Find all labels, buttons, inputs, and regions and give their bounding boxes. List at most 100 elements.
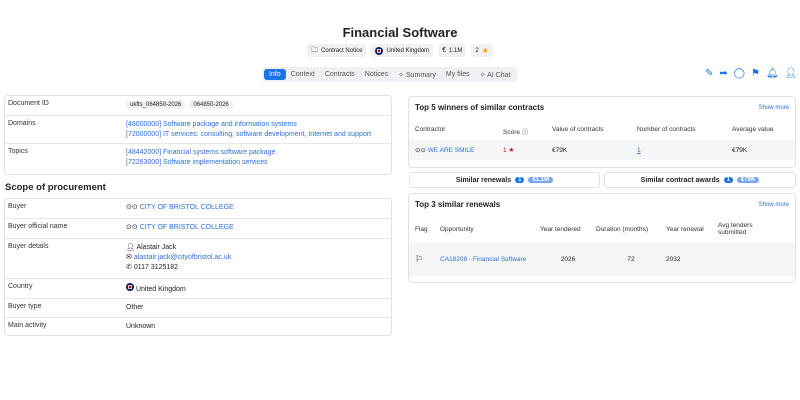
renewals-header: Top 3 similar renewals Show more — [409, 194, 795, 215]
renewals-show-more-link[interactable]: Show more — [759, 202, 789, 208]
buyer-official-link[interactable]: CITY OF BRISTOL COLLEGE — [140, 224, 234, 231]
similar-awards-button[interactable]: Similar contract awards 1 €79K — [604, 172, 796, 188]
uk-flag-icon — [126, 283, 134, 291]
notice-type-label: Contract Notice — [321, 47, 363, 54]
share-icon[interactable]: ➦ — [719, 68, 727, 79]
document-id-label: Document ID — [8, 100, 49, 107]
star-icon: ★ — [481, 46, 489, 55]
average-value: €79K — [732, 146, 748, 154]
value-label: 1.1M — [449, 47, 463, 54]
buyer-link[interactable]: CITY OF BRISTOL COLLEGE — [140, 204, 234, 211]
contractor-link[interactable]: WE ARE SMILE — [428, 147, 475, 154]
edit-icon[interactable]: ✎ — [705, 68, 713, 79]
similar-renewals-count: 1 — [515, 177, 525, 183]
topics-row: Topics [48442000] Financial systems soft… — [5, 144, 391, 174]
document-id-row: Document ID ukfts_064850-2026 064850-2026 — [5, 96, 391, 116]
rating-label: 2 — [475, 47, 479, 54]
column-header: Contractor — [415, 126, 446, 133]
domains-row: Domains [48000000] Software package and … — [5, 116, 391, 144]
main-activity-label: Main activity — [8, 322, 47, 329]
tab-ai-chat-label: AI Chat — [487, 71, 511, 79]
document-id-pill: 064850-2026 — [189, 101, 233, 109]
year-tendered: 2026 — [560, 256, 576, 263]
winners-card: Top 5 winners of similar contracts Show … — [408, 96, 796, 168]
flag-icon[interactable]: ⚑ — [751, 68, 760, 79]
person-icon: 👤︎ — [126, 244, 135, 251]
flag-icon[interactable]: ⚐ — [415, 254, 440, 265]
winners-header: Top 5 winners of similar contracts Show … — [409, 97, 795, 118]
uk-flag-icon — [375, 46, 384, 55]
tab-contracts[interactable]: Contracts — [320, 69, 360, 80]
renewals-heading: Top 3 similar renewals — [415, 200, 501, 209]
value-chip: €1.1M — [438, 44, 467, 57]
column-header: Average value — [732, 126, 774, 133]
score-value: 1 — [503, 147, 507, 154]
similar-awards-count: 1 — [723, 177, 733, 183]
column-header: Opportunity — [440, 225, 474, 233]
contract-count-link[interactable]: 1 — [637, 147, 641, 154]
buyer-type-row: Buyer type Other — [5, 299, 391, 318]
main-activity-value: Unknown — [126, 323, 156, 330]
buyer-label: Buyer — [8, 203, 27, 210]
column-header: Score — [503, 129, 520, 136]
main-activity-row: Main activity Unknown — [5, 318, 391, 337]
winners-table-header: Contractor Score ⓘ Value of contracts Nu… — [409, 122, 795, 140]
table-row: ⚐ CA18208 - Financial Software 2026 72 2… — [409, 243, 795, 276]
tab-summary[interactable]: ✧ Summary — [393, 69, 441, 81]
column-header: Duration (months) — [596, 225, 649, 233]
domain-link[interactable]: [48000000] Software package and informat… — [126, 120, 388, 130]
add-user-icon[interactable]: 👤︎ — [785, 68, 798, 79]
topics-label: Topics — [8, 148, 28, 155]
similar-renewals-value: €1.1M — [528, 177, 554, 183]
tab-info[interactable]: Info — [264, 69, 286, 80]
column-header: Flag — [415, 225, 428, 233]
tab-my-files[interactable]: My files — [441, 69, 475, 80]
winners-show-more-link[interactable]: Show more — [759, 105, 789, 111]
sparkle-icon: ✧ — [398, 71, 404, 79]
column-header: Year tendered — [540, 225, 581, 233]
tab-notices[interactable]: Notices — [360, 69, 393, 80]
tab-summary-label: Summary — [405, 71, 436, 79]
page-title: Financial Software — [342, 25, 458, 40]
domain-link[interactable]: [72000000] IT services: consulting, soft… — [126, 130, 388, 140]
notice-type-chip: 🗀 Contract Notice — [307, 44, 367, 57]
similar-awards-label: Similar contract awards — [640, 176, 720, 184]
bell-icon[interactable]: 🔔︎ — [766, 68, 779, 79]
phone-icon: ✆ — [126, 264, 132, 271]
org-icon: ⊙⊙ — [126, 204, 138, 211]
topic-link[interactable]: [48442000] Financial systems software pa… — [126, 148, 388, 158]
country-label: Country — [8, 283, 33, 290]
details-card: Document ID ukfts_064850-2026 064850-2026… — [4, 95, 392, 175]
column-header: Value of contracts — [552, 126, 604, 133]
tab-context[interactable]: Context — [286, 69, 320, 80]
winners-heading: Top 5 winners of similar contracts — [415, 103, 545, 112]
renewals-card: Top 3 similar renewals Show more Flag Op… — [408, 193, 796, 283]
column-header: Avg tenders submitted — [718, 222, 753, 236]
topic-link[interactable]: [72263000] Software implementation servi… — [126, 158, 388, 168]
buyer-details-row: Buyer details 👤︎ Alastair Jack ✉ alastai… — [5, 239, 391, 279]
contracts-value: €79K — [552, 146, 568, 154]
tab-ai-chat[interactable]: ✧ AI Chat — [475, 69, 516, 81]
country-label: United Kingdom — [386, 47, 430, 54]
contact-email-link[interactable]: alastair.jack@cityofbristol.ac.uk — [134, 254, 231, 261]
duration-months: 72 — [627, 256, 635, 263]
year-renewal: 2032 — [666, 256, 681, 263]
tab-bar: Info Context Contracts Notices ✧ Summary… — [262, 67, 518, 82]
contact-phone: 0117 3125182 — [133, 264, 179, 271]
folder-icon: 🗀 — [311, 47, 319, 54]
comment-icon[interactable]: ◯ — [734, 68, 745, 79]
domains-label: Domains — [8, 120, 36, 127]
mail-icon: ✉ — [126, 254, 132, 261]
sparkle-icon: ✧ — [479, 71, 486, 79]
document-id-pill: ukfts_064850-2026 — [126, 101, 186, 109]
table-row: ⊙⊙ WE ARE SMILE 1 ★ €79K 1 €79K — [409, 140, 795, 160]
similar-awards-value: €79K — [736, 177, 760, 183]
similar-renewals-label: Similar renewals — [455, 176, 512, 184]
similar-renewals-button[interactable]: Similar renewals 1 €1.1M — [409, 172, 600, 188]
info-icon: ⓘ — [521, 129, 529, 136]
contact-name: Alastair Jack — [136, 244, 177, 251]
buyer-row: Buyer ⊙⊙ CITY OF BRISTOL COLLEGE — [5, 199, 391, 219]
star-icon: ★ — [508, 147, 515, 154]
action-icons: ✎ ➦ ◯ ⚑ 🔔︎ 👤︎ — [705, 68, 797, 79]
opportunity-link[interactable]: CA18208 - Financial Software — [440, 256, 540, 263]
